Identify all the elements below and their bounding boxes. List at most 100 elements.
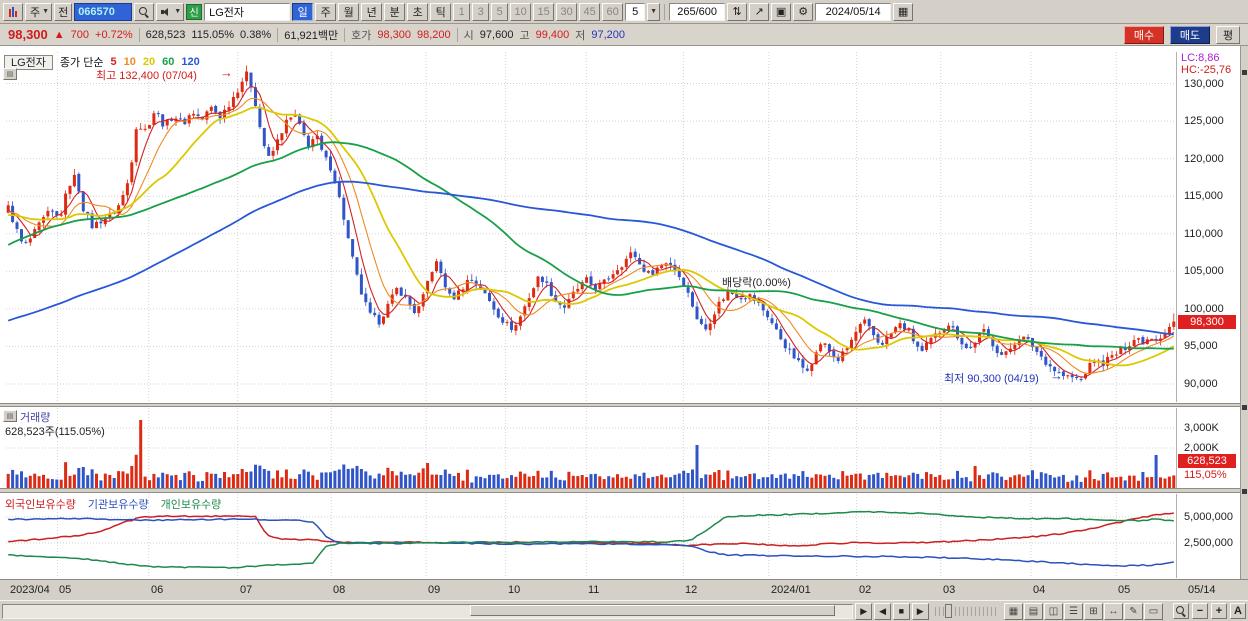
holdings-axis[interactable]: 5,000,000 2,500,000	[1176, 494, 1240, 578]
interval-5-button[interactable]: 5	[491, 2, 509, 21]
timeframe-second-button[interactable]: 초	[407, 2, 429, 21]
region-select-icon[interactable]: ▭	[1143, 602, 1163, 620]
zoom-search-button[interactable]	[1172, 603, 1189, 619]
calendar-button[interactable]: ▦	[893, 2, 914, 21]
scroll-left-button[interactable]: ◀	[874, 602, 891, 620]
interval-dropdown-arrow[interactable]: ▼	[647, 2, 661, 21]
chevron-down-icon: ▼	[650, 8, 658, 15]
grid-tool-icon[interactable]: ▦	[1003, 602, 1023, 620]
interval-1-button[interactable]: 1	[453, 2, 471, 21]
volume-chart[interactable]	[6, 408, 1176, 488]
x-axis-label: 05	[1118, 584, 1131, 596]
x-axis-label: 03	[943, 584, 956, 596]
timeframe-day-button[interactable]: 일	[292, 2, 314, 21]
trend-tool-button[interactable]: ↗	[749, 2, 770, 21]
stock-name-field[interactable]: LG전자	[204, 2, 291, 21]
buy-button[interactable]: 매수	[1124, 25, 1164, 44]
bar-count-field[interactable]: 265/600	[669, 2, 726, 21]
price-axis-tick: 115,000	[1184, 190, 1223, 203]
price-axis-tick: 105,000	[1184, 265, 1224, 278]
volume-badge-pct: 115,05%	[1184, 469, 1227, 481]
save-icon: ▣	[775, 6, 787, 18]
draw-tool-icon[interactable]: ✎	[1123, 602, 1143, 620]
panel-layout-icon[interactable]: ▤	[1023, 602, 1043, 620]
stock-code-input[interactable]	[74, 2, 133, 21]
timeframe-month-button[interactable]: 월	[338, 2, 360, 21]
volume-axis-tick: 2,000K	[1184, 442, 1219, 454]
price-panel[interactable]: LG전자 종가 단순 5 10 20 60 120 ▤ 최고 132,400 (…	[0, 46, 1240, 403]
interval-value-field[interactable]: 5	[625, 2, 646, 21]
sound-dropdown[interactable]: ▼	[156, 2, 185, 21]
quote-bar: 98,300 ▲ 700 +0.72% 628,523 115.05% 0.38…	[0, 24, 1248, 46]
volume-subtitle: 628,523주(115.05%)	[5, 426, 105, 438]
price-change: 700	[70, 28, 90, 41]
chevron-down-icon: ▼	[174, 8, 182, 15]
period-preset-dropdown[interactable]: 주 ▼	[25, 2, 53, 21]
scroll-right-button[interactable]: ▶	[855, 602, 873, 620]
split-view-icon[interactable]: ◫	[1043, 602, 1063, 620]
sell-button[interactable]: 매도	[1170, 25, 1210, 44]
chart-h-scrollbar[interactable]	[2, 603, 854, 619]
x-axis-label: 10	[508, 584, 521, 596]
interval-30-button[interactable]: 30	[556, 2, 578, 21]
time-axis[interactable]: 05/14 2023/04 05 06 07 08 09 10 11 12 2024/01 02 03…	[0, 579, 1248, 600]
prev-stock-button[interactable]: 전	[54, 2, 73, 21]
calendar-icon: ▦	[897, 6, 909, 18]
low-price: 97,200	[591, 28, 626, 41]
ask-price: 98,300	[377, 28, 412, 41]
panel-resize-handle[interactable]	[1242, 489, 1247, 494]
save-button[interactable]: ▣	[771, 2, 792, 21]
dividend-annotation: 배당락(0.00%)	[722, 277, 791, 289]
bar-width-slider[interactable]	[934, 603, 998, 618]
panel-resize-handle[interactable]	[1242, 70, 1247, 75]
timeframe-week-button[interactable]: 주	[315, 2, 337, 21]
price-axis-tick: 120,000	[1184, 152, 1224, 165]
zoom-controls: − + A	[1172, 603, 1246, 619]
expand-horizontal-icon[interactable]: ↔	[1103, 602, 1123, 620]
settings-button[interactable]: ⚙	[793, 2, 814, 21]
interval-15-button[interactable]: 15	[533, 2, 555, 21]
gear-icon: ⚙	[798, 6, 809, 18]
timeframe-minute-button[interactable]: 분	[384, 2, 406, 21]
date-field[interactable]: 2024/05/14	[815, 2, 892, 21]
x-axis-label: 2024/01	[771, 584, 811, 596]
panel-resize-handle[interactable]	[1242, 405, 1247, 410]
chart-window-icon[interactable]	[3, 2, 23, 21]
avg-button[interactable]: 평	[1216, 25, 1240, 44]
interval-60-button[interactable]: 60	[602, 2, 624, 21]
zoom-out-button[interactable]: −	[1191, 603, 1208, 619]
add-chart-icon[interactable]: ⊞	[1083, 602, 1103, 620]
right-scroll-strip[interactable]	[1240, 46, 1248, 579]
dividend-arrow-icon: ↓	[740, 286, 746, 300]
volume-style-button[interactable]: ▤	[3, 410, 17, 422]
indicator-list-icon[interactable]: ☰	[1063, 602, 1083, 620]
timeframe-tick-button[interactable]: 틱	[430, 2, 452, 21]
interval-3-button[interactable]: 3	[472, 2, 490, 21]
x-axis-label: 06	[151, 584, 164, 596]
interval-10-button[interactable]: 10	[510, 2, 532, 21]
timeframe-year-button[interactable]: 년	[361, 2, 383, 21]
price-axis-tick: 110,000	[1184, 227, 1223, 240]
zoom-in-button[interactable]: +	[1210, 603, 1227, 619]
interval-45-button[interactable]: 45	[579, 2, 601, 21]
auto-scale-button[interactable]: A	[1229, 603, 1246, 619]
holdings-panel[interactable]: 외국인보유수량 기관보유수량 개인보유수량	[0, 493, 1240, 579]
volume-panel[interactable]: ▤ 거래량 628,523주(115.05%)	[0, 407, 1240, 488]
search-button[interactable]	[134, 2, 155, 21]
scrollbar-thumb[interactable]	[470, 604, 836, 616]
volume-badge: 628,523	[1178, 454, 1236, 468]
play-button[interactable]: ▶	[911, 602, 929, 620]
x-axis-label: 12	[685, 584, 698, 596]
x-axis-label: 08	[333, 584, 346, 596]
price-axis[interactable]: LC:8,86 HC:-25,76 98,300 130,000 125,000 1…	[1176, 52, 1240, 402]
stop-button[interactable]: ■	[892, 602, 910, 620]
hc-value: HC:-25,76	[1181, 64, 1232, 76]
slider-handle[interactable]	[944, 603, 952, 618]
low-annotation: 최저 90,300 (04/19)	[944, 373, 1039, 385]
chart-style-button[interactable]: ▤	[3, 68, 17, 80]
updown-arrows-button[interactable]: ⇅	[727, 2, 748, 21]
candlestick-chart[interactable]	[6, 52, 1176, 402]
volume-axis[interactable]: 628,523 115,05% 3,000K 2,000K	[1176, 408, 1240, 488]
chevron-down-icon: ▼	[42, 8, 50, 15]
main-toolbar: 주▼ 전 ▼ 신 LG전자 일 주 월 년 분 초 틱 1 3 5 10 15 …	[0, 0, 1248, 24]
